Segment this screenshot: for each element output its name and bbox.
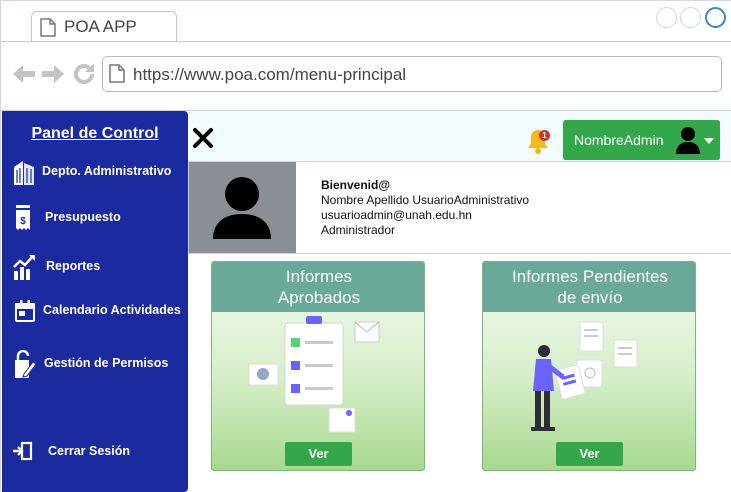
sidebar-item-reportes[interactable]: Reportes — [12, 251, 188, 285]
sidebar-item-label: Depto. Administrativo — [42, 164, 172, 178]
app-window: POA APP https://www.poa.com/menu-princip… — [0, 0, 731, 492]
sidebar-item-label: Reportes — [46, 259, 101, 273]
receipt-icon: $ — [12, 204, 38, 232]
building-icon — [12, 158, 38, 186]
logout-label: Cerrar Sesión — [48, 444, 130, 458]
greeting-text: Bienvenid@ — [321, 178, 391, 192]
card-informes-aprobados: Informes Aprobados Ver — [211, 261, 425, 471]
approved-reports-illustration — [212, 312, 424, 437]
card-title: Informes Pendientes de envío — [483, 262, 695, 312]
logout-icon — [12, 438, 38, 466]
avatar-icon — [675, 125, 701, 160]
ver-aprobados-button[interactable]: Ver — [285, 442, 352, 466]
top-bar: 1 NombreAdmin — [188, 111, 731, 161]
browser-chrome: POA APP https://www.poa.com/menu-princip… — [1, 1, 731, 111]
sidebar: Panel de Control Depto. Administrativo $… — [2, 111, 188, 492]
card-title-line: Informes Pendientes — [512, 267, 668, 286]
user-menu-button[interactable]: NombreAdmin — [563, 120, 720, 160]
svg-text:$: $ — [20, 216, 26, 227]
card-title-line: Aprobados — [277, 288, 361, 307]
sidebar-item-calendario[interactable]: Calendario Actividades — [12, 295, 188, 329]
notification-badge: 1 — [539, 130, 550, 141]
address-bar[interactable]: https://www.poa.com/menu-principal — [102, 56, 722, 92]
close-window-button[interactable] — [705, 7, 726, 28]
user-info: Bienvenid@ Nombre Apellido UsuarioAdmini… — [321, 178, 529, 238]
chevron-down-icon — [704, 138, 714, 144]
sidebar-item-label: Presupuesto — [45, 210, 121, 224]
back-arrow-icon[interactable] — [12, 63, 36, 90]
sidebar-item-gestion-permisos[interactable]: Gestión de Permisos — [12, 348, 188, 382]
page-icon — [109, 64, 125, 88]
tab-title: POA APP — [64, 17, 137, 36]
card-informes-pendientes: Informes Pendientes de envío Ver — [482, 261, 696, 471]
close-icon[interactable] — [192, 127, 214, 149]
user-email: usuarioadmin@unah.edu.hn — [321, 208, 472, 222]
sidebar-title: Panel de Control — [31, 125, 159, 142]
main-content: 1 NombreAdmin Bienvenid@ Nombre Apellido… — [188, 111, 731, 492]
ver-pendientes-button[interactable]: Ver — [556, 442, 623, 466]
user-role: Administrador — [321, 223, 396, 237]
profile-photo — [189, 162, 296, 253]
welcome-panel: Bienvenid@ Nombre Apellido UsuarioAdmini… — [188, 161, 731, 254]
page-icon — [40, 18, 56, 42]
card-title: Informes Aprobados — [212, 262, 424, 312]
maximize-button[interactable] — [680, 7, 701, 28]
sidebar-item-label: Calendario Actividades — [43, 303, 181, 317]
tab-strip: POA APP — [1, 1, 731, 42]
browser-tab[interactable]: POA APP — [31, 11, 177, 42]
calendar-icon — [12, 297, 38, 325]
sidebar-item-label: Gestión de Permisos — [44, 356, 169, 370]
url-text: https://www.poa.com/menu-principal — [133, 65, 407, 84]
user-name: NombreAdmin — [574, 132, 664, 148]
minimize-button[interactable] — [656, 7, 677, 28]
permissions-icon — [12, 349, 38, 378]
refresh-icon[interactable] — [72, 62, 96, 91]
pending-reports-illustration — [483, 312, 695, 437]
card-title-line: de envío — [557, 288, 623, 307]
chart-icon — [12, 253, 38, 281]
logout-button[interactable]: Cerrar Sesión — [12, 436, 188, 470]
sidebar-item-depto-administrativo[interactable]: Depto. Administrativo — [12, 156, 188, 190]
sidebar-item-presupuesto[interactable]: $ Presupuesto — [12, 202, 188, 236]
full-name: Nombre Apellido UsuarioAdministrativo — [321, 193, 530, 207]
divider — [1, 41, 731, 42]
forward-arrow-icon[interactable] — [41, 63, 65, 90]
card-title-line: Informes — [285, 267, 353, 286]
